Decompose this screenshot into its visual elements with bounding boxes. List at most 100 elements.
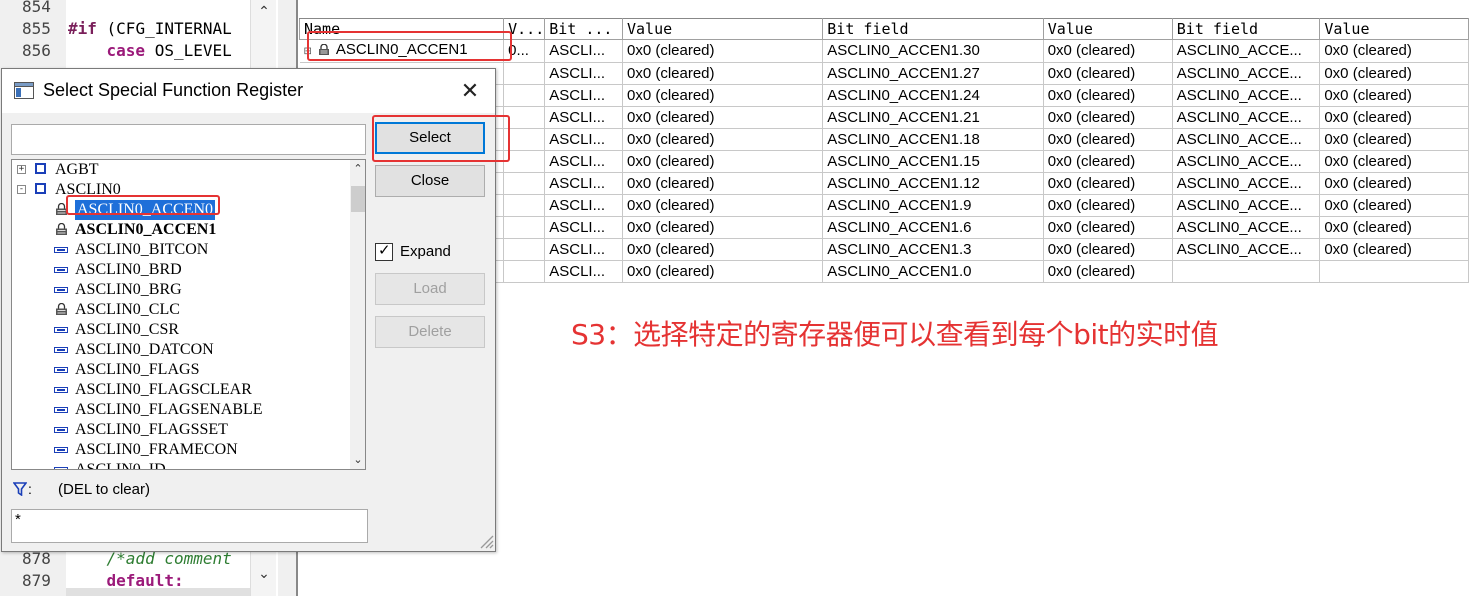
resize-grip-icon[interactable] bbox=[478, 533, 494, 549]
highlight-root-register bbox=[307, 31, 512, 61]
load-button[interactable]: Load bbox=[375, 273, 485, 305]
dialog-title-bar[interactable]: Select Special Function Register ✕ bbox=[2, 69, 495, 113]
tree-item-asclin0-flagsset[interactable]: ASCLIN0_FLAGSSET bbox=[12, 420, 348, 440]
collapse-icon[interactable]: - bbox=[17, 185, 26, 194]
column-header-bit-field[interactable]: Bit field bbox=[1171, 18, 1321, 40]
column-header-value[interactable]: Value bbox=[1319, 18, 1469, 40]
value-cell: 0x0 (cleared) bbox=[1042, 238, 1173, 261]
delete-button[interactable]: Delete bbox=[375, 316, 485, 348]
register-icon bbox=[54, 327, 68, 333]
code-token: OS_LEVEL bbox=[145, 41, 232, 60]
bit-field-cell: ASCLIN0_ACCEN1.15 bbox=[822, 150, 1044, 173]
expand-label: Expand bbox=[400, 243, 451, 260]
register-value-cell bbox=[503, 260, 546, 283]
tree-vertical-scrollbar[interactable]: ⌃ ⌄ bbox=[350, 160, 365, 469]
value-cell: 0x0 (cleared) bbox=[1319, 216, 1469, 239]
bit-field-cell: ASCLI... bbox=[544, 150, 623, 173]
bit-field-cell: ASCLIN0_ACCE... bbox=[1171, 194, 1321, 217]
tree-item-label: ASCLIN0_CSR bbox=[75, 321, 180, 338]
register-icon bbox=[54, 267, 68, 273]
tree-item-label: ASCLIN0_BITCON bbox=[75, 241, 209, 258]
tree-item-asclin0-flagsclear[interactable]: ASCLIN0_FLAGSCLEAR bbox=[12, 380, 348, 400]
value-cell: 0x0 (cleared) bbox=[1319, 194, 1469, 217]
annotation-caption: S3：选择特定的寄存器便可以查看到每个bit的实时值 bbox=[571, 318, 1219, 351]
tree-item-asclin0-csr[interactable]: ASCLIN0_CSR bbox=[12, 320, 348, 340]
value-cell: 0x0 (cleared) bbox=[1042, 150, 1173, 173]
tree-item-label: AGBT bbox=[55, 161, 99, 178]
window-app-icon bbox=[14, 82, 34, 99]
bit-field-cell: ASCLIN0_ACCEN1.6 bbox=[822, 216, 1044, 239]
tree-item-asclin0-flags[interactable]: ASCLIN0_FLAGS bbox=[12, 360, 348, 380]
line-number: 855 bbox=[22, 19, 51, 38]
filter-input[interactable]: * bbox=[11, 509, 368, 543]
value-cell: 0x0 (cleared) bbox=[1319, 150, 1469, 173]
value-cell: 0x0 (cleared) bbox=[1042, 84, 1173, 107]
value-cell: 0x0 (cleared) bbox=[621, 260, 824, 283]
tree-item-label: ASCLIN0_FLAGSSET bbox=[75, 421, 228, 438]
value-cell: 0x0 (cleared) bbox=[621, 128, 824, 151]
lock-icon bbox=[56, 303, 67, 315]
tree-item-asclin0-flagsenable[interactable]: ASCLIN0_FLAGSENABLE bbox=[12, 400, 348, 420]
bit-field-cell: ASCLIN0_ACCEN1.24 bbox=[822, 84, 1044, 107]
value-cell: 0x0 (cleared) bbox=[1319, 172, 1469, 195]
tree-item-asclin0-datcon[interactable]: ASCLIN0_DATCON bbox=[12, 340, 348, 360]
tree-item-asclin0-clc[interactable]: ASCLIN0_CLC bbox=[12, 300, 348, 320]
value-cell: 0x0 (cleared) bbox=[621, 238, 824, 261]
bit-field-cell: ASCLIN0_ACCE... bbox=[1171, 172, 1321, 195]
editor-horizontal-scrollbar[interactable] bbox=[66, 588, 250, 596]
value-cell bbox=[1319, 260, 1469, 283]
code-line: 854 bbox=[0, 0, 250, 18]
column-header-bit[interactable]: Bit ... bbox=[544, 18, 623, 40]
bit-field-cell: ASCLI... bbox=[544, 106, 623, 129]
bit-field-cell bbox=[1171, 260, 1321, 283]
tree-item-agbt[interactable]: + AGBT bbox=[12, 160, 348, 180]
tree-item-asclin0-bitcon[interactable]: ASCLIN0_BITCON bbox=[12, 240, 348, 260]
scrollbar-thumb[interactable] bbox=[351, 186, 365, 212]
bit-field-cell: ASCLIN0_ACCE... bbox=[1171, 62, 1321, 85]
expand-checkbox[interactable]: ✓ bbox=[375, 242, 393, 261]
lock-icon bbox=[56, 223, 67, 235]
bit-field-cell: ASCLIN0_ACCE... bbox=[1171, 128, 1321, 151]
tree-item-asclin0-framecon[interactable]: ASCLIN0_FRAMECON bbox=[12, 440, 348, 460]
register-value-cell bbox=[503, 194, 546, 217]
tree-item-label: ASCLIN0_DATCON bbox=[75, 341, 214, 358]
value-cell: 0x0 (cleared) bbox=[1042, 39, 1173, 63]
tree-item-label: ASCLIN0_BRG bbox=[75, 281, 182, 298]
tree-item-asclin0-brd[interactable]: ASCLIN0_BRD bbox=[12, 260, 348, 280]
close-icon[interactable]: ✕ bbox=[452, 77, 488, 105]
tree-item-asclin0-brg[interactable]: ASCLIN0_BRG bbox=[12, 280, 348, 300]
bit-field-cell: ASCLI... bbox=[544, 84, 623, 107]
bit-field-cell: ASCLIN0_ACCEN1.3 bbox=[822, 238, 1044, 261]
line-number: 879 bbox=[22, 571, 51, 590]
bit-field-cell: ASCLIN0_ACCEN1.12 bbox=[822, 172, 1044, 195]
value-cell: 0x0 (cleared) bbox=[621, 172, 824, 195]
bit-field-cell: ASCLI... bbox=[544, 128, 623, 151]
value-cell: 0x0 (cleared) bbox=[621, 106, 824, 129]
scroll-up-arrow-icon[interactable]: ⌃ bbox=[251, 0, 277, 22]
highlight-select-button bbox=[372, 115, 510, 162]
value-cell: 0x0 (cleared) bbox=[1042, 106, 1173, 129]
scroll-down-arrow-icon[interactable]: ⌄ bbox=[251, 562, 277, 584]
close-button[interactable]: Close bbox=[375, 165, 485, 197]
column-header-value[interactable]: Value bbox=[621, 18, 824, 40]
tree-item-label: ASCLIN0_ID bbox=[75, 461, 166, 470]
column-header-value[interactable]: Value bbox=[1042, 18, 1173, 40]
chevron-up-icon[interactable]: ⌃ bbox=[350, 160, 365, 178]
column-header-bit-field[interactable]: Bit field bbox=[822, 18, 1044, 40]
tree-item-asclin0-accen1[interactable]: ASCLIN0_ACCEN1 bbox=[12, 220, 348, 240]
bit-field-cell: ASCLIN0_ACCE... bbox=[1171, 216, 1321, 239]
code-text: #if (CFG_INTERNAL bbox=[68, 18, 232, 40]
filter-colon: : bbox=[28, 481, 32, 497]
chevron-down-icon[interactable]: ⌄ bbox=[350, 451, 365, 469]
value-cell: 0x0 (cleared) bbox=[1319, 128, 1469, 151]
tree-item-asclin0-id[interactable]: ASCLIN0_ID bbox=[12, 460, 348, 470]
tree-item-label: ASCLIN0_BRD bbox=[75, 261, 182, 278]
register-group-icon bbox=[35, 163, 46, 174]
expand-icon[interactable]: + bbox=[17, 165, 26, 174]
register-group-icon bbox=[35, 183, 46, 194]
bit-field-cell: ASCLIN0_ACCEN1.9 bbox=[822, 194, 1044, 217]
tree-item-label: ASCLIN0_ACCEN1 bbox=[75, 221, 217, 238]
tree-item-label: ASCLIN0_FLAGS bbox=[75, 361, 200, 378]
bit-field-cell: ASCLI... bbox=[544, 216, 623, 239]
register-search-input[interactable] bbox=[11, 124, 366, 155]
